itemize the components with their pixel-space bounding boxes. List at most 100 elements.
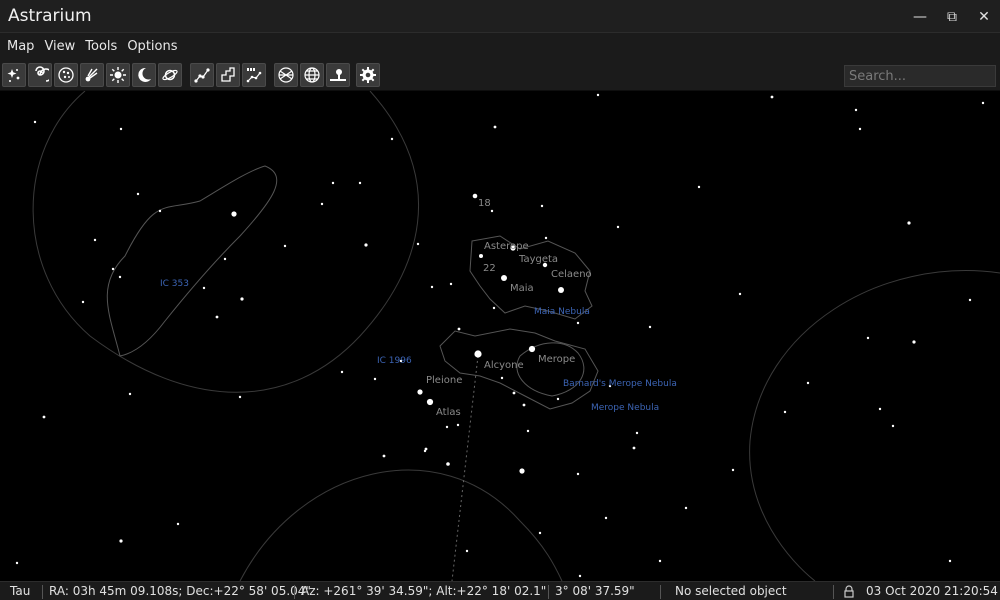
star bbox=[128, 392, 132, 396]
star bbox=[446, 462, 450, 466]
star-label-alcyone[interactable]: Alcyone bbox=[484, 360, 524, 371]
star bbox=[738, 292, 742, 296]
constellation-borders-toggle-button[interactable] bbox=[216, 63, 240, 87]
stars bbox=[15, 93, 985, 578]
star-label-18[interactable]: 18 bbox=[478, 198, 491, 209]
star bbox=[215, 315, 219, 319]
planets-icon bbox=[162, 69, 178, 81]
star bbox=[635, 431, 639, 435]
star-label-taygeta[interactable]: Taygeta bbox=[519, 254, 558, 265]
star bbox=[731, 468, 735, 472]
constellation-labels-toggle-button[interactable] bbox=[242, 63, 266, 87]
star bbox=[457, 327, 461, 331]
sky-chart bbox=[15, 91, 1000, 581]
star bbox=[632, 446, 636, 450]
settings-button[interactable] bbox=[356, 63, 380, 87]
star bbox=[684, 506, 688, 510]
star-label-asterope[interactable]: Asterope bbox=[484, 241, 529, 252]
star bbox=[118, 275, 122, 279]
star bbox=[430, 285, 434, 289]
close-button[interactable]: ✕ bbox=[968, 0, 1000, 33]
status-bar: Tau RA: 03h 45m 09.108s; Dec:+22° 58' 05… bbox=[0, 581, 1000, 600]
menu-view[interactable]: View bbox=[39, 39, 80, 54]
star-label-celaeno[interactable]: Celaeno bbox=[551, 269, 592, 280]
star-label-pleione[interactable]: Pleione bbox=[426, 375, 462, 386]
star bbox=[449, 282, 453, 286]
star bbox=[364, 243, 368, 247]
star bbox=[528, 345, 536, 353]
star bbox=[806, 381, 810, 385]
nebula-label-barnards-merope-nebula[interactable]: Barnard's Merope Nebula bbox=[563, 379, 677, 389]
nebula-label-ic-1996[interactable]: IC 1996 bbox=[377, 356, 412, 366]
star bbox=[866, 336, 870, 340]
status-horizontal-coords: Az: +261° 39' 34.59"; Alt:+22° 18' 02.1" bbox=[301, 584, 547, 598]
ground-toggle-button[interactable] bbox=[326, 63, 350, 87]
constellation-lines-toggle-button[interactable] bbox=[190, 63, 214, 87]
star bbox=[42, 415, 46, 419]
equatorial-grid-icon bbox=[278, 67, 294, 83]
constellation-lines-icon bbox=[194, 68, 210, 83]
menu-options[interactable]: Options bbox=[122, 39, 182, 54]
galaxies-toggle-button[interactable] bbox=[28, 63, 52, 87]
star bbox=[390, 137, 394, 141]
star bbox=[576, 472, 580, 476]
stars-toggle-button[interactable] bbox=[2, 63, 26, 87]
menu-tools[interactable]: Tools bbox=[80, 39, 122, 54]
star bbox=[119, 539, 123, 543]
title-bar: Astrarium — ⧉ ✕ bbox=[0, 0, 1000, 33]
sky-map[interactable]: 18 Asterope 22 Taygeta Celaeno Maia Mero… bbox=[0, 91, 1000, 581]
star bbox=[968, 298, 972, 302]
moon-toggle-button[interactable] bbox=[132, 63, 156, 87]
star bbox=[340, 370, 344, 374]
comets-toggle-button[interactable] bbox=[80, 63, 104, 87]
menu-map[interactable]: Map bbox=[2, 39, 39, 54]
star-label-merope[interactable]: Merope bbox=[538, 354, 575, 365]
star bbox=[358, 181, 362, 185]
status-separator bbox=[660, 585, 661, 599]
star bbox=[493, 125, 497, 129]
nebula-label-maia-nebula[interactable]: Maia Nebula bbox=[534, 307, 590, 317]
minimize-button[interactable]: — bbox=[904, 0, 936, 33]
restore-button[interactable]: ⧉ bbox=[936, 0, 968, 33]
star bbox=[158, 209, 162, 213]
status-separator bbox=[833, 585, 834, 599]
sun-toggle-button[interactable] bbox=[106, 63, 130, 87]
horizontal-grid-icon bbox=[304, 67, 320, 83]
star bbox=[697, 185, 701, 189]
equatorial-grid-toggle-button[interactable] bbox=[274, 63, 298, 87]
status-datetime[interactable]: 03 Oct 2020 21:20:54 bbox=[866, 584, 998, 598]
horizontal-grid-toggle-button[interactable] bbox=[300, 63, 324, 87]
nebula-label-merope-nebula[interactable]: Merope Nebula bbox=[591, 403, 659, 413]
star-label-maia[interactable]: Maia bbox=[510, 283, 534, 294]
star bbox=[576, 321, 580, 325]
star bbox=[558, 287, 564, 293]
star bbox=[320, 202, 324, 206]
star bbox=[81, 300, 85, 304]
constellation-boundaries bbox=[32, 91, 1000, 581]
nebula-label-ic-353[interactable]: IC 353 bbox=[160, 279, 189, 289]
star bbox=[176, 522, 180, 526]
clusters-toggle-button[interactable] bbox=[54, 63, 78, 87]
star bbox=[783, 410, 787, 414]
star bbox=[119, 127, 123, 131]
star bbox=[445, 425, 449, 429]
constellation-labels-icon bbox=[246, 68, 262, 83]
lock-icon[interactable] bbox=[843, 585, 855, 600]
star bbox=[770, 95, 774, 99]
moon-icon bbox=[138, 67, 151, 82]
window-controls: — ⧉ ✕ bbox=[904, 0, 1000, 33]
star bbox=[479, 254, 483, 258]
star-label-22[interactable]: 22 bbox=[483, 263, 496, 274]
star bbox=[202, 286, 206, 290]
status-separator bbox=[42, 585, 43, 599]
search-input[interactable] bbox=[844, 65, 996, 87]
star bbox=[912, 340, 916, 344]
planets-toggle-button[interactable] bbox=[158, 63, 182, 87]
star bbox=[540, 204, 544, 208]
status-selected-object: No selected object bbox=[675, 584, 787, 598]
star bbox=[136, 192, 140, 196]
star bbox=[858, 127, 862, 131]
galaxies-icon bbox=[35, 66, 49, 82]
star bbox=[238, 395, 242, 399]
star-label-atlas[interactable]: Atlas bbox=[436, 407, 461, 418]
